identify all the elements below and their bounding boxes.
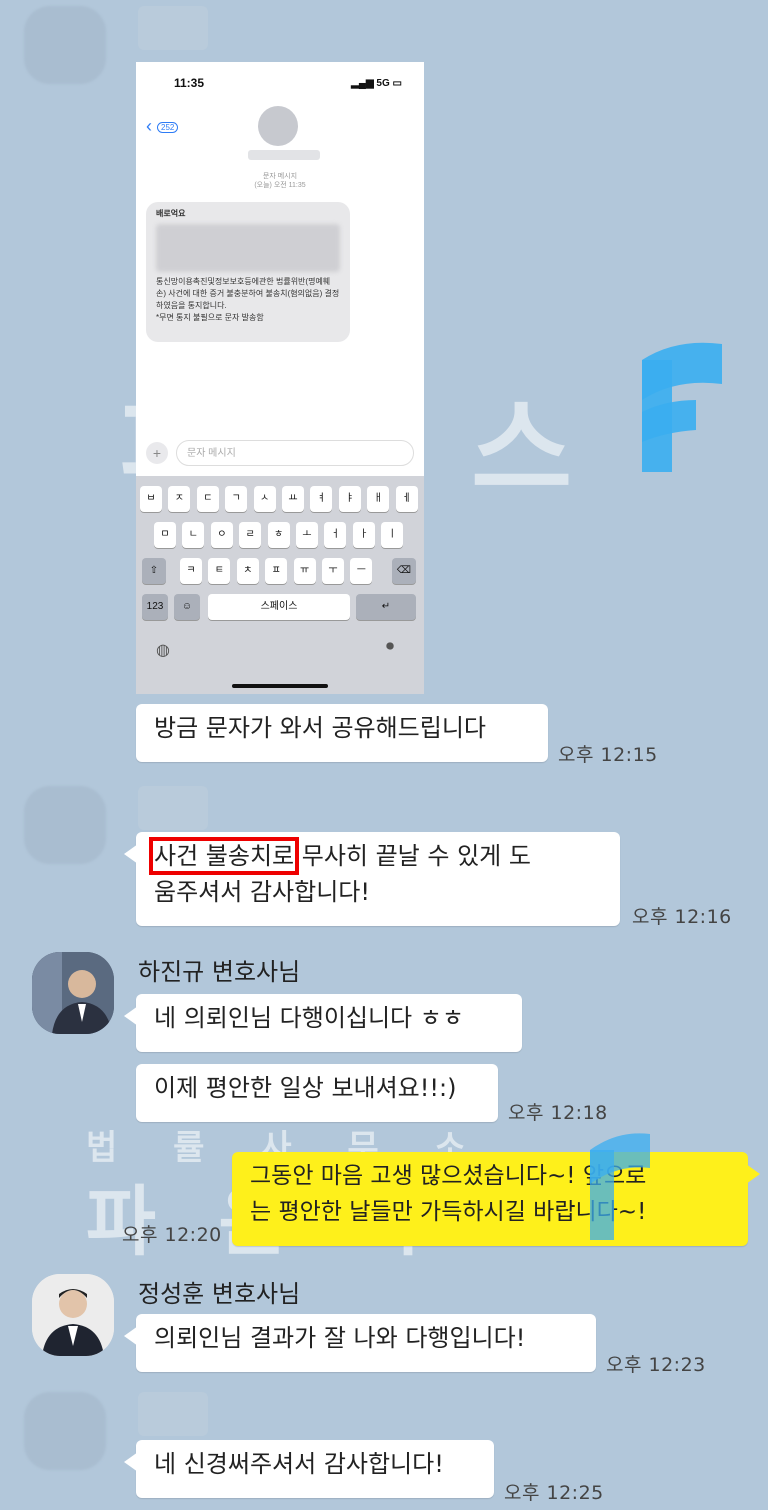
sms-bubble: 배로억요 통신망이용촉진및정보보호등에관한 법률위반(명예훼손) 사건에 대한 …: [146, 202, 350, 342]
message-bubble[interactable]: 방금 문자가 와서 공유해드립니다: [136, 704, 548, 762]
blurred-sender-name: [138, 6, 208, 50]
globe-icon: ◍: [156, 642, 170, 659]
message-bubble[interactable]: 네 의뢰인님 다행이십니다 ㅎㅎ: [124, 994, 522, 1052]
contact-name-blurred: [248, 150, 320, 160]
message-text: 방금 문자가 와서 공유해드립니다: [154, 714, 487, 742]
mic-icon: ⏺: [386, 638, 395, 655]
keyboard-key: ㄹ: [239, 522, 262, 548]
message-text: 움주셔서 감사합니다!: [154, 878, 370, 906]
sender-name: 정성훈 변호사님: [138, 1280, 301, 1308]
blurred-sender-name: [138, 786, 208, 830]
keyboard-key: ㅗ: [296, 522, 318, 548]
sms-screenshot-image[interactable]: 11:35 ▂▄▆ 5G ▭ ‹ 252 문자 메시지 (오늘) 오전 11:3…: [136, 62, 424, 694]
keyboard-key: ㅈ: [168, 486, 191, 512]
keyboard-key: ㄷ: [196, 486, 219, 512]
message-time: 오후 12:16: [632, 906, 732, 928]
watermark-flag-icon: [642, 342, 722, 472]
keyboard-key: ㅜ: [322, 558, 344, 584]
emoji-key: ☺: [174, 594, 200, 620]
blurred-sender-name: [138, 1392, 208, 1436]
message-time: 오후 12:20: [122, 1224, 222, 1246]
space-key: 스페이스: [208, 594, 350, 620]
message-time: 오후 12:25: [504, 1482, 604, 1504]
keyboard-key: ㅓ: [324, 522, 347, 548]
person-icon: [32, 1274, 114, 1356]
delete-key: ⌫: [392, 558, 416, 584]
keyboard: ⇧ ⌫ 123 ☺ 스페이스 ↵ ◍ ⏺ ㅂㅈㄷㄱㅅㅛㅕㅑㅐㅔㅁㄴㅇㄹㅎㅗㅓㅏㅣ…: [136, 476, 424, 694]
blurred-avatar[interactable]: [24, 1392, 106, 1470]
keyboard-key: ㅍ: [265, 558, 288, 584]
signal-indicator: ▂▄▆ 5G ▭: [351, 78, 402, 89]
keyboard-key: ㅕ: [310, 486, 333, 512]
lawyer-avatar[interactable]: [32, 1274, 114, 1356]
message-bubble[interactable]: 의뢰인님 결과가 잘 나와 다행입니다!: [124, 1314, 596, 1372]
watermark-flag-icon: [590, 1133, 650, 1240]
message-bubble[interactable]: 사건 불송치로 무사히 끝날 수 있게 도 움주셔서 감사합니다!: [124, 832, 620, 926]
keyboard-key: ㅠ: [293, 558, 316, 584]
message-time: 오후 12:23: [606, 1354, 706, 1376]
blurred-avatar[interactable]: [24, 786, 106, 864]
sender-name: 하진규 변호사님: [138, 958, 301, 986]
sms-meta: 문자 메시지 (오늘) 오전 11:35: [254, 173, 306, 189]
message-bubble[interactable]: 네 신경써주셔서 감사합니다!: [124, 1440, 494, 1498]
keyboard-key: ㅔ: [395, 486, 418, 512]
shift-key: ⇧: [142, 558, 166, 584]
my-message-bubble[interactable]: 그동안 마음 고생 많으셨습니다~! 앞으로 는 평안한 날들만 가득하시길 바…: [232, 1152, 760, 1246]
message-bubble[interactable]: 이제 평안한 일상 보내셔요!!:): [136, 1064, 498, 1122]
keyboard-key: ㅣ: [381, 522, 404, 548]
message-text: 네 의뢰인님 다행이십니다 ㅎㅎ: [154, 1004, 464, 1032]
keyboard-key: ㅎ: [267, 522, 290, 548]
message-text: 이제 평안한 일상 보내셔요!!:): [154, 1074, 457, 1102]
highlighted-phrase: 사건 불송치로: [148, 837, 300, 875]
keyboard-key: ㅊ: [236, 558, 259, 584]
keyboard-key: ㅌ: [208, 558, 231, 584]
back-icon: ‹ 252: [146, 116, 179, 137]
keyboard-key: ㅇ: [210, 522, 233, 548]
message-text: 무사히 끝날 수 있게 도: [294, 842, 531, 870]
message-text: 의뢰인님 결과가 잘 나와 다행입니다!: [154, 1324, 526, 1352]
contact-avatar-icon: [258, 106, 298, 146]
blurred-text: [156, 224, 340, 272]
keyboard-key: ㄱ: [225, 486, 248, 512]
person-icon: [32, 952, 114, 1034]
keyboard-key: ㅁ: [154, 522, 176, 548]
keyboard-key: ㅐ: [367, 486, 390, 512]
keyboard-key: ㅑ: [338, 486, 361, 512]
message-time: 오후 12:18: [508, 1102, 608, 1124]
return-key: ↵: [356, 594, 416, 620]
plus-icon: +: [146, 442, 168, 464]
numbers-key: 123: [142, 594, 168, 620]
sms-input: 문자 메시지: [176, 440, 414, 466]
keyboard-key: ㅡ: [350, 558, 373, 584]
message-time: 오후 12:15: [558, 744, 658, 766]
keyboard-key: ㅋ: [180, 558, 202, 584]
keyboard-key: ㅛ: [282, 486, 304, 512]
lawyer-avatar[interactable]: [32, 952, 114, 1034]
message-text: 네 신경써주셔서 감사합니다!: [154, 1450, 444, 1478]
keyboard-key: ㄴ: [182, 522, 205, 548]
phone-clock: 11:35: [174, 76, 205, 90]
blurred-avatar[interactable]: [24, 6, 106, 84]
keyboard-key: ㅏ: [352, 522, 375, 548]
keyboard-key: ㅂ: [140, 486, 162, 512]
home-indicator: [232, 684, 328, 688]
keyboard-key: ㅅ: [253, 486, 276, 512]
